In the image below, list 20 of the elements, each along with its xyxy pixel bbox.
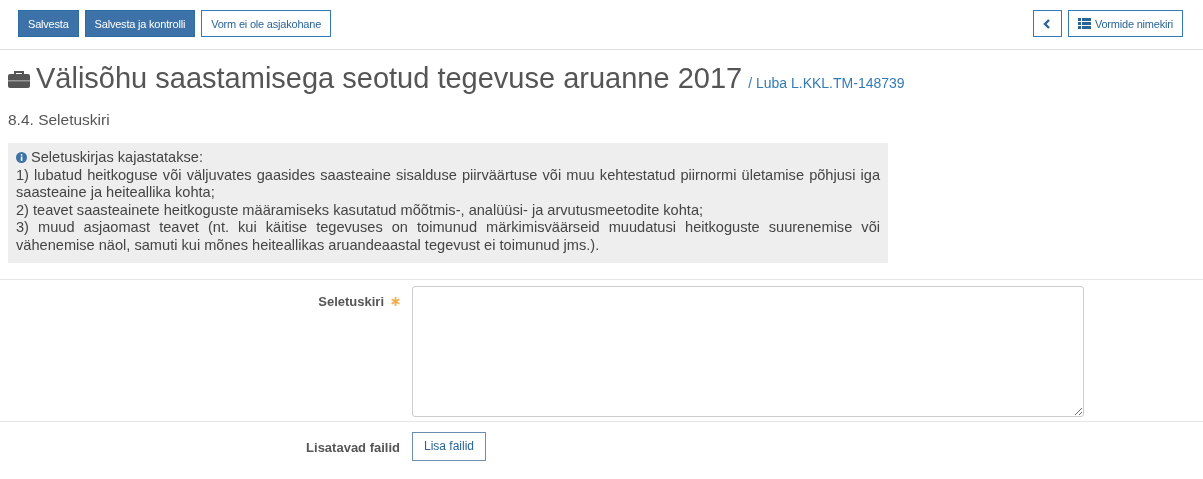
- info-item: 2) teavet saasteainete heitkoguste määramiseks kasutatud mõõtmis-, analüüsi- ja arvutusmeetodite kohta;: [16, 201, 705, 220]
- add-files-button[interactable]: Lisa failid: [412, 431, 487, 461]
- explanation-field[interactable]: [412, 285, 1084, 417]
- list-icon: [1077, 18, 1091, 29]
- toolbar-button[interactable]: Salvesta ja kontrolli: [84, 10, 196, 37]
- section-title: 8.4. Seletuskiri: [8, 111, 111, 129]
- info-heading: Seletuskirjas kajastatakse:: [31, 149, 203, 167]
- info-item: 3) muud asjaomast teavet (nt. kui käitise tegevuses on toimunud märkimisväärseid muudatusi heitkoguste suurenemise või vähenemise näol, samuti kui mõnes heiteallikas aruandeaastal tegevust ei toimunud jms.).: [16, 219, 880, 255]
- info-icon: [16, 152, 27, 164]
- field-label: Lisatavad failid: [306, 439, 400, 455]
- permit-link[interactable]: / Luba L.KKL.TM-148739: [748, 75, 905, 91]
- toolbar-button[interactable]: Salvesta: [18, 10, 79, 37]
- back-button[interactable]: [1032, 10, 1062, 37]
- page-title: Välisõhu saastamisega seotud tegevuse aruanne 2017: [36, 62, 743, 95]
- form-list-button[interactable]: Vormide nimekiri: [1067, 10, 1183, 37]
- toolbar-button[interactable]: Vorm ei ole asjakohane: [201, 10, 332, 37]
- briefcase-icon: [8, 69, 30, 88]
- info-item: 1) lubatud heitkoguse või väljuvates gaasides saasteaine sisalduse piirväärtuse või muu kehtestatud piirnormi ületamise põhjusi iga saasteaine ja heiteallika kohta;: [16, 166, 880, 202]
- chevron-left-icon: [1043, 18, 1052, 29]
- field-label: Seletuskiri: [318, 293, 384, 309]
